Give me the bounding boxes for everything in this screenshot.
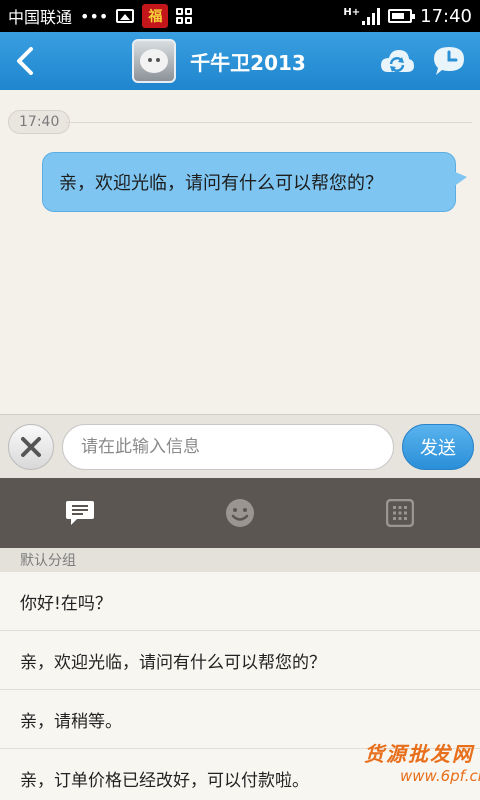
more-notifications-dots: ••• bbox=[80, 6, 109, 26]
message-input[interactable] bbox=[62, 424, 394, 470]
back-button[interactable] bbox=[0, 32, 50, 90]
site-watermark: 货源批发网 www.6pf.cn bbox=[364, 738, 480, 800]
keyboard-tab[interactable] bbox=[370, 483, 430, 543]
quick-reply-item[interactable]: 你好!在吗？ bbox=[0, 572, 480, 631]
emoji-tab[interactable] bbox=[210, 483, 270, 543]
contact-name: 千牛卫2013 bbox=[190, 50, 306, 75]
speech-clock-icon bbox=[434, 47, 464, 75]
quick-reply-item[interactable]: 亲，欢迎光临，请问有什么可以帮您的？ bbox=[0, 631, 480, 690]
close-icon bbox=[21, 437, 41, 457]
chat-header: 千牛卫2013 bbox=[0, 32, 480, 90]
battery-icon bbox=[388, 9, 416, 23]
chevron-left-icon bbox=[17, 47, 33, 75]
grid-notification-icon bbox=[176, 8, 193, 24]
close-panel-button[interactable] bbox=[8, 424, 54, 470]
quick-phrase-tab[interactable] bbox=[50, 483, 110, 543]
input-mode-toolbar bbox=[0, 478, 480, 548]
status-bar: 中国联通 ••• 福 H+ 17:40 bbox=[0, 0, 480, 32]
cloud-refresh-icon bbox=[381, 50, 414, 72]
robot-face-icon bbox=[140, 49, 169, 73]
clock: 17:40 bbox=[420, 5, 472, 27]
contact-avatar[interactable] bbox=[132, 39, 177, 83]
quick-reply-group-header[interactable]: 默认分组 bbox=[0, 548, 480, 572]
signal-icon bbox=[362, 7, 381, 25]
message-timestamp: 17:40 bbox=[8, 110, 71, 134]
keyboard-icon bbox=[386, 499, 414, 527]
quick-reply-settings-button[interactable] bbox=[430, 42, 468, 80]
outgoing-message-bubble[interactable]: 亲，欢迎光临，请问有什么可以帮您的？ bbox=[42, 152, 467, 212]
watermark-url: www.6pf.cn bbox=[400, 767, 480, 785]
carrier-label: 中国联通 bbox=[8, 8, 73, 27]
message-input-bar: 发送 bbox=[0, 414, 480, 478]
image-notification-icon bbox=[116, 9, 135, 23]
send-button[interactable]: 发送 bbox=[402, 424, 474, 470]
network-type-label: H+ bbox=[343, 6, 361, 18]
refresh-button[interactable] bbox=[378, 42, 416, 80]
emoji-icon bbox=[226, 499, 254, 527]
timestamp-divider bbox=[66, 122, 472, 123]
watermark-title: 货源批发网 bbox=[364, 742, 474, 766]
quick-phrase-icon bbox=[66, 501, 94, 525]
chat-area[interactable]: 17:40 亲，欢迎光临，请问有什么可以帮您的？ bbox=[0, 90, 480, 414]
app-notification-icon: 福 bbox=[142, 4, 169, 28]
